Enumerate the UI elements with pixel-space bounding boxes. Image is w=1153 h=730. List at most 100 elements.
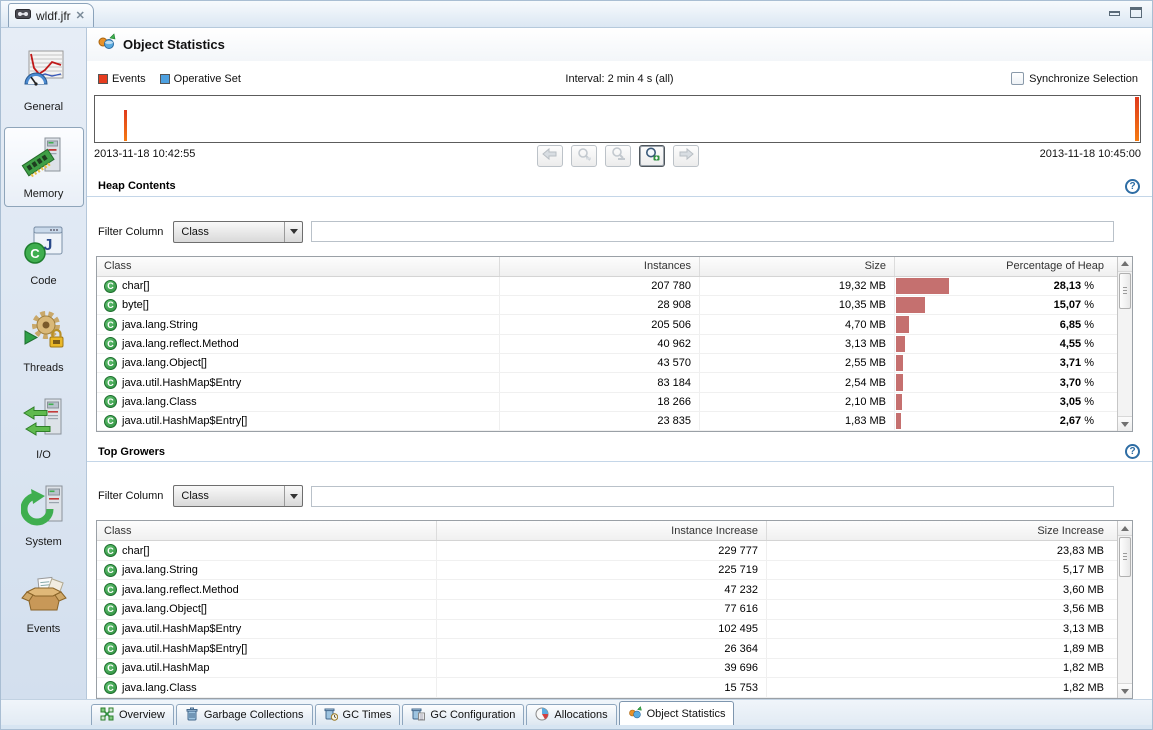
timeline-chart[interactable] — [94, 95, 1141, 143]
table-row[interactable]: Cjava.lang.reflect.Method47 2323,60 MB — [97, 580, 1117, 600]
tab-object-statistics[interactable]: Object Statistics — [619, 701, 735, 725]
class-icon: C — [104, 622, 117, 635]
table-row[interactable]: Cjava.lang.Class15 7531,82 MB — [97, 678, 1117, 698]
allocations-icon — [535, 707, 549, 724]
table-row[interactable]: Cjava.util.HashMap$Entry[]23 8351,83 MB2… — [97, 412, 1117, 431]
table-row[interactable]: Cjava.lang.reflect.Method40 9623,13 MB4,… — [97, 335, 1117, 354]
growers-table-scrollbar[interactable] — [1117, 521, 1132, 698]
scroll-up-icon[interactable] — [1118, 257, 1132, 272]
percentage-bar — [896, 316, 909, 332]
tab-label: Garbage Collections — [204, 709, 304, 721]
zoom-out-button[interactable] — [571, 145, 597, 167]
instances-cell: 205 506 — [500, 315, 700, 333]
tab-gc-configuration[interactable]: GC Configuration — [402, 704, 524, 725]
svg-text:C: C — [30, 246, 40, 261]
scroll-up-icon[interactable] — [1118, 521, 1132, 536]
column-header[interactable]: Size — [700, 257, 895, 276]
table-row[interactable]: Cjava.lang.Object[]77 6163,56 MB — [97, 600, 1117, 620]
column-header[interactable]: Percentage of Heap — [895, 257, 1112, 276]
table-row[interactable]: Cjava.util.HashMap$Entry83 1842,54 MB3,7… — [97, 373, 1117, 392]
editor-tab-wldf[interactable]: wldf.jfr ✕ — [8, 3, 94, 27]
tab-garbage-collections[interactable]: Garbage Collections — [176, 704, 313, 725]
table-row[interactable]: Cchar[]229 77723,83 MB — [97, 541, 1117, 561]
column-header[interactable]: Instance Increase — [437, 521, 767, 540]
sidebar-item-events[interactable]: Events — [4, 562, 84, 642]
scroll-down-icon[interactable] — [1118, 683, 1132, 698]
zoom-range-button[interactable] — [605, 145, 631, 167]
sidebar-item-i-o[interactable]: I/O — [4, 388, 84, 468]
table-row[interactable]: Cjava.lang.Class18 2662,10 MB3,05 % — [97, 393, 1117, 412]
zoom-in-button[interactable] — [639, 145, 665, 167]
table-row[interactable]: Cjava.util.HashMap39 6961,82 MB — [97, 659, 1117, 679]
help-icon[interactable]: ? — [1125, 444, 1140, 459]
heap-contents-table[interactable]: ClassInstancesSizePercentage of Heap Cch… — [96, 256, 1133, 432]
class-name: java.util.HashMap$Entry[] — [122, 415, 247, 427]
class-name: java.util.HashMap$Entry — [122, 623, 241, 635]
heap-table-scrollbar[interactable] — [1117, 257, 1132, 431]
sidebar-item-system[interactable]: System — [4, 475, 84, 555]
size-increase-cell: 1,89 MB — [767, 639, 1112, 658]
tab-overview[interactable]: Overview — [91, 704, 174, 725]
column-header[interactable]: Size Increase — [767, 521, 1112, 540]
class-icon: C — [104, 395, 117, 408]
instances-cell: 28 908 — [500, 296, 700, 314]
instance-increase-cell: 47 232 — [437, 580, 767, 599]
top-growers-table[interactable]: ClassInstance IncreaseSize Increase Ccha… — [96, 520, 1133, 699]
table-row[interactable]: Cjava.util.HashMap$Entry[]26 3641,89 MB — [97, 639, 1117, 659]
column-header[interactable]: Instances — [500, 257, 700, 276]
class-icon: C — [104, 318, 117, 331]
event-marker — [1135, 97, 1139, 141]
back-button[interactable] — [537, 145, 563, 167]
percentage-label: 4,55 % — [1060, 338, 1104, 350]
close-icon[interactable]: ✕ — [76, 9, 85, 22]
growers-filter-column-select[interactable]: Class — [173, 485, 303, 507]
class-cell: Cjava.lang.reflect.Method — [97, 580, 437, 599]
growers-filter-input[interactable] — [311, 486, 1114, 507]
class-icon: C — [104, 564, 117, 577]
maximize-icon[interactable] — [1130, 7, 1142, 18]
heap-filter-column-select[interactable]: Class — [173, 221, 303, 243]
tab-allocations[interactable]: Allocations — [526, 704, 616, 725]
size-cell: 2,10 MB — [700, 393, 895, 411]
class-name: java.lang.Class — [122, 682, 197, 694]
tab-gc-times[interactable]: GC Times — [315, 704, 401, 725]
instance-increase-cell: 15 753 — [437, 678, 767, 697]
minimize-icon[interactable] — [1109, 11, 1120, 16]
scrollbar-thumb[interactable] — [1119, 273, 1131, 309]
column-header[interactable]: Class — [97, 257, 500, 276]
column-header[interactable]: Class — [97, 521, 437, 540]
sidebar-item-general[interactable]: General — [4, 40, 84, 120]
forward-button[interactable] — [673, 145, 699, 167]
synchronize-selection-checkbox[interactable] — [1011, 72, 1024, 85]
window-bottom-strip — [1, 725, 1152, 729]
scrollbar-thumb[interactable] — [1119, 537, 1131, 577]
size-cell: 1,83 MB — [700, 412, 895, 430]
help-icon[interactable]: ? — [1125, 179, 1140, 194]
table-row[interactable]: Cjava.util.HashMap$Entry102 4953,13 MB — [97, 620, 1117, 640]
table-row[interactable]: Cjava.lang.String205 5064,70 MB6,85 % — [97, 315, 1117, 334]
sidebar-item-label: I/O — [36, 449, 51, 461]
size-increase-cell: 1,82 MB — [767, 659, 1112, 678]
growers-table-header: ClassInstance IncreaseSize Increase — [97, 521, 1117, 541]
scroll-down-icon[interactable] — [1118, 416, 1132, 431]
page-title-bar: Object Statistics — [87, 28, 1152, 61]
interval-label: Interval: 2 min 4 s (all) — [87, 73, 1152, 85]
synchronize-selection[interactable]: Synchronize Selection — [1011, 72, 1138, 85]
table-row[interactable]: Cbyte[]28 90810,35 MB15,07 % — [97, 296, 1117, 315]
table-row[interactable]: Cchar[]207 78019,32 MB28,13 % — [97, 277, 1117, 296]
percentage-cell: 28,13 % — [895, 277, 1112, 295]
class-cell: Cjava.util.HashMap — [97, 659, 437, 678]
percentage-cell: 3,70 % — [895, 373, 1112, 391]
heap-filter-input[interactable] — [311, 221, 1114, 242]
sidebar-item-memory[interactable]: Memory — [4, 127, 84, 207]
tab-label: Overview — [119, 709, 165, 721]
class-name: java.util.HashMap$Entry[] — [122, 643, 247, 655]
sidebar-item-code[interactable]: JCCode — [4, 214, 84, 294]
table-row[interactable]: Cjava.lang.String225 7195,17 MB — [97, 561, 1117, 581]
system-icon — [21, 483, 67, 534]
sidebar-item-threads[interactable]: Threads — [4, 301, 84, 381]
percentage-label: 2,67 % — [1060, 415, 1104, 427]
percentage-bar — [896, 374, 903, 390]
tab-label: Allocations — [554, 709, 607, 721]
table-row[interactable]: Cjava.lang.Object[]43 5702,55 MB3,71 % — [97, 354, 1117, 373]
